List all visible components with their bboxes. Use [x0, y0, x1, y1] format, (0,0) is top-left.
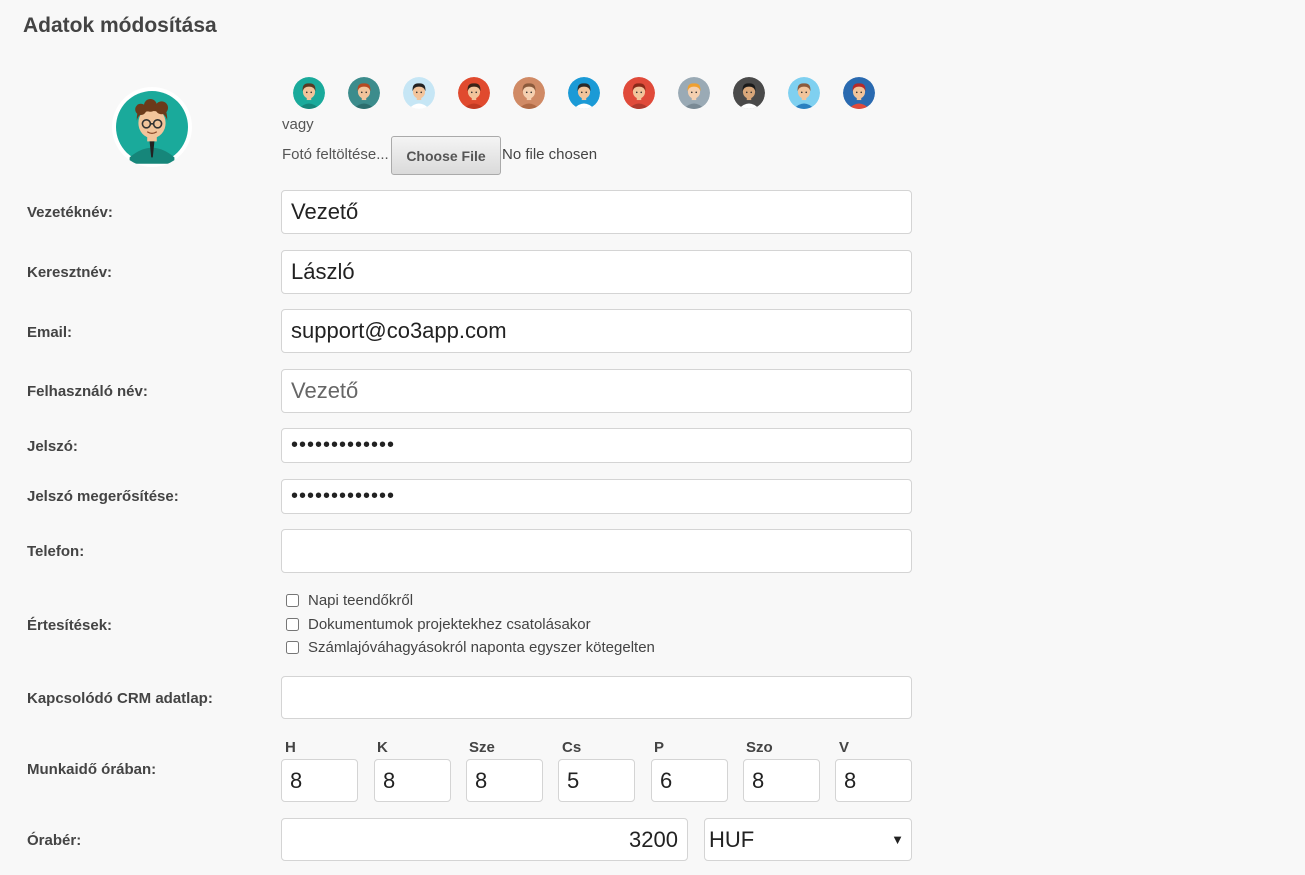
- file-status: No file chosen: [502, 146, 598, 163]
- firstname-label: Keresztnév:: [27, 264, 113, 281]
- password-label: Jelszó:: [27, 438, 78, 455]
- email-label: Email:: [27, 324, 73, 341]
- avatar-icon: [513, 77, 545, 109]
- hours-sze-input[interactable]: [466, 759, 543, 802]
- avatar-option-avatar-5[interactable]: [513, 77, 545, 109]
- hours-k-input[interactable]: [374, 759, 451, 802]
- notification-option[interactable]: Számlajóváhagyásokról naponta egyszer kö…: [286, 639, 655, 656]
- notification-option-label: Számlajóváhagyásokról naponta egyszer kö…: [308, 639, 655, 656]
- firstname-field[interactable]: [281, 250, 912, 294]
- avatar-icon: [678, 77, 710, 109]
- lastname-field[interactable]: [281, 190, 912, 234]
- hours-p-input[interactable]: [651, 759, 728, 802]
- avatar-icon: [568, 77, 600, 109]
- avatar-option-avatar-8[interactable]: [678, 77, 710, 109]
- avatar-icon: [403, 77, 435, 109]
- avatar-option-avatar-11[interactable]: [843, 77, 875, 109]
- notification-option-label: Napi teendőkről: [308, 592, 414, 609]
- hours-cs-input[interactable]: [558, 759, 635, 802]
- notification-checkbox[interactable]: [286, 618, 299, 631]
- hours-v-input[interactable]: [835, 759, 912, 802]
- avatar-option-avatar-7[interactable]: [623, 77, 655, 109]
- crm-label: Kapcsolódó CRM adatlap:: [27, 690, 213, 707]
- notification-checkbox[interactable]: [286, 594, 299, 607]
- avatar-option-avatar-6[interactable]: [568, 77, 600, 109]
- avatar-option-avatar-4[interactable]: [458, 77, 490, 109]
- avatar-icon: [623, 77, 655, 109]
- email-field[interactable]: [281, 309, 912, 353]
- profile-avatar-image: [116, 91, 188, 164]
- hours-h-input[interactable]: [281, 759, 358, 802]
- avatar-icon: [788, 77, 820, 109]
- profile-avatar: [112, 87, 192, 167]
- avatar-icon: [843, 77, 875, 109]
- avatar-option-avatar-2[interactable]: [348, 77, 380, 109]
- or-text: vagy: [282, 116, 314, 133]
- avatar-picker: [293, 77, 875, 109]
- currency-select[interactable]: HUF ▼: [704, 818, 912, 861]
- avatar-icon: [458, 77, 490, 109]
- notifications-label: Értesítések:: [27, 617, 113, 634]
- choose-file-button[interactable]: Choose File: [391, 136, 501, 175]
- photo-upload-label: Fotó feltöltése...: [282, 146, 389, 163]
- currency-value: HUF: [709, 826, 755, 852]
- avatar-option-avatar-10[interactable]: [788, 77, 820, 109]
- day-label-szo: Szo: [746, 739, 773, 756]
- day-label-sze: Sze: [469, 739, 495, 756]
- day-label-cs: Cs: [562, 739, 582, 756]
- password-confirm-field[interactable]: [281, 479, 912, 514]
- username-field[interactable]: [281, 369, 912, 413]
- password-field[interactable]: [281, 428, 912, 463]
- hourly-wage-field[interactable]: [281, 818, 688, 861]
- hours-szo-input[interactable]: [743, 759, 820, 802]
- crm-field[interactable]: [281, 676, 912, 719]
- phone-label: Telefon:: [27, 543, 85, 560]
- avatar-icon: [293, 77, 325, 109]
- notification-option-label: Dokumentumok projektekhez csatolásakor: [308, 616, 591, 633]
- notification-option[interactable]: Dokumentumok projektekhez csatolásakor: [286, 616, 591, 633]
- day-label-p: P: [654, 739, 665, 756]
- lastname-label: Vezetéknév:: [27, 204, 113, 221]
- page-title: Adatok módosítása: [23, 14, 217, 37]
- password-confirm-label: Jelszó megerősítése:: [27, 488, 179, 505]
- avatar-option-avatar-1[interactable]: [293, 77, 325, 109]
- day-label-h: H: [285, 739, 296, 756]
- avatar-option-avatar-3[interactable]: [403, 77, 435, 109]
- notification-checkbox[interactable]: [286, 641, 299, 654]
- day-label-k: K: [377, 739, 388, 756]
- avatar-icon: [733, 77, 765, 109]
- username-label: Felhasználó név:: [27, 383, 148, 400]
- notification-option[interactable]: Napi teendőkről: [286, 592, 413, 609]
- work-hours-label: Munkaidő órában:: [27, 761, 157, 778]
- avatar-icon: [348, 77, 380, 109]
- day-label-v: V: [839, 739, 850, 756]
- phone-field[interactable]: [281, 529, 912, 573]
- chevron-down-icon: ▼: [891, 832, 904, 847]
- avatar-option-avatar-9[interactable]: [733, 77, 765, 109]
- hourly-wage-label: Órabér:: [27, 832, 82, 849]
